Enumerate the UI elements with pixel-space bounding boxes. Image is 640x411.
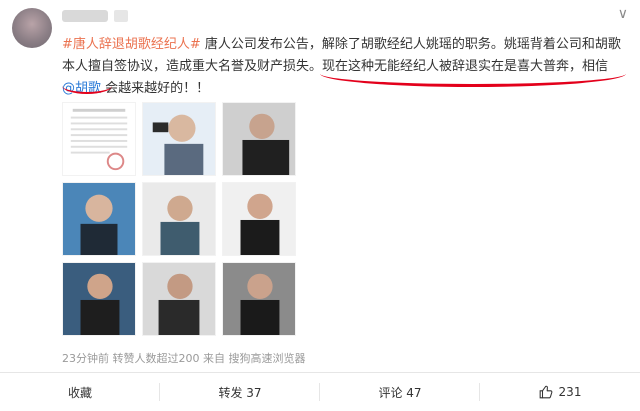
forward-button[interactable]: 转发 37 [160, 373, 320, 411]
like-button[interactable]: 231 [480, 373, 640, 411]
avatar[interactable] [12, 8, 52, 48]
image-thumbnail-photo-7[interactable] [62, 262, 136, 336]
red-underline-annotation-2 [62, 78, 112, 94]
image-thumbnail-photo-5[interactable] [142, 182, 216, 256]
image-thumbnail-photo-8[interactable] [142, 262, 216, 336]
red-underline-annotation [320, 60, 626, 87]
post-text-part3: 会越来越好的！！ [101, 81, 210, 96]
action-bar: 收藏 转发 37 评论 47 231 [0, 372, 640, 411]
post-meta: 23分钟前 转赞人数超过200 来自 搜狗高速浏览器 [62, 352, 306, 365]
like-count: 231 [558, 385, 582, 399]
hashtag-link[interactable]: #唐人辞退胡歌经纪人# [62, 37, 201, 52]
like-group: 231 [539, 385, 582, 399]
thumbs-up-icon [539, 385, 552, 399]
image-thumbnail-photo-2[interactable] [142, 102, 216, 176]
collect-button[interactable]: 收藏 [0, 373, 160, 411]
image-thumbnail-photo-3[interactable] [222, 102, 296, 176]
chevron-down-icon[interactable]: ∨ [618, 6, 628, 22]
comment-button[interactable]: 评论 47 [320, 373, 480, 411]
weibo-post: ∨ #唐人辞退胡歌经纪人# 唐人公司发布公告，解除了胡歌经纪人姚瑶的职务。姚瑶背… [0, 0, 640, 411]
forward-label: 转发 37 [218, 385, 262, 400]
image-thumbnail-photo-4[interactable] [62, 182, 136, 256]
comment-label: 评论 47 [378, 385, 422, 400]
username-blur [62, 10, 108, 22]
collect-label: 收藏 [67, 385, 92, 400]
username-area[interactable] [62, 8, 128, 24]
verified-badge-icon [114, 10, 128, 22]
image-thumbnail-document[interactable] [62, 102, 136, 176]
image-thumbnail-photo-9[interactable] [222, 262, 296, 336]
image-grid [62, 102, 298, 342]
image-thumbnail-photo-6[interactable] [222, 182, 296, 256]
